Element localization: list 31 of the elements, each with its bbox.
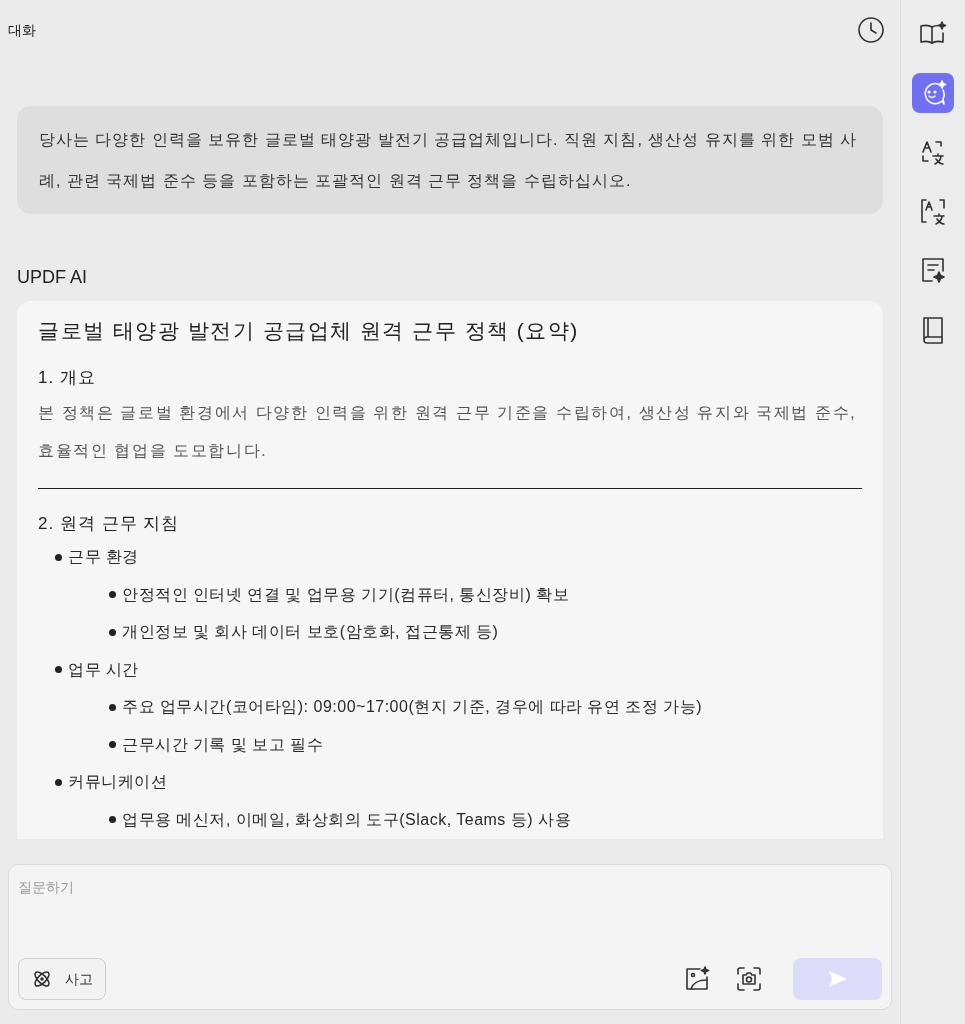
header-title: 대화	[8, 20, 36, 40]
screenshot-icon[interactable]	[735, 965, 763, 993]
send-icon	[827, 970, 848, 988]
question-input[interactable]: 질문하기	[18, 874, 882, 900]
image-sparkle-icon[interactable]	[683, 965, 711, 993]
translate-icon	[918, 196, 948, 226]
list-item: 주요 업무시간(코어타임): 09:00~17:00(현지 기준, 경우에 따라 유연 조정 가능)	[122, 697, 703, 718]
atom-icon	[31, 968, 53, 990]
response-title: 글로벌 태양광 발전기 공급업체 원격 근무 정책 (요약)	[37, 318, 580, 344]
assistant-name: UPDF AI	[17, 267, 87, 287]
bullet-icon	[55, 778, 62, 786]
bullet-icon	[109, 741, 116, 749]
bullet-icon	[109, 591, 116, 599]
history-icon[interactable]	[856, 15, 886, 45]
section-paragraph: 본 정책은 글로벌 환경에서 다양한 인력을 위한 원격 근무 기준을 수립하여, 생산성 유지와 국제법 준수, 효율적인 협업을 도모합니다.	[37, 403, 858, 461]
list-item: 업무 시간	[68, 659, 139, 680]
section-heading: 1. 개요	[37, 366, 97, 389]
list-item: 근무시간 기록 및 보고 필수	[122, 734, 324, 755]
list-item: 근무 환경	[68, 547, 139, 568]
bullet-icon	[109, 628, 116, 636]
bullet-icon	[55, 553, 62, 561]
bullet-icon	[109, 703, 116, 711]
list-item: 개인정보 및 회사 데이터 보호(암호화, 접근통제 등)	[122, 622, 499, 643]
section-heading: 2. 원격 근무 지침	[37, 513, 181, 535]
list-item: 커뮤니케이션	[68, 772, 167, 793]
user-message: 당사는 다양한 인력을 보유한 글로벌 태양광 발전기 공급업체입니다. 직원 지침, 생산성 유지를 위한 모범 사례, 관련 국제법 준수 등을 포함하는 포괄적인 원격 근무 정책을 수립하십시오.	[17, 106, 883, 214]
think-button[interactable]: 사고	[18, 958, 106, 1000]
bullet-icon	[109, 816, 116, 824]
bullet-icon	[55, 666, 62, 674]
list-item: 업무용 메신저, 이메일, 화상회의 도구(Slack, Teams 등) 사용	[122, 809, 572, 830]
list-item: 안정적인 인터넷 연결 및 업무용 기기(컴퓨터, 통신장비) 확보	[122, 584, 570, 605]
